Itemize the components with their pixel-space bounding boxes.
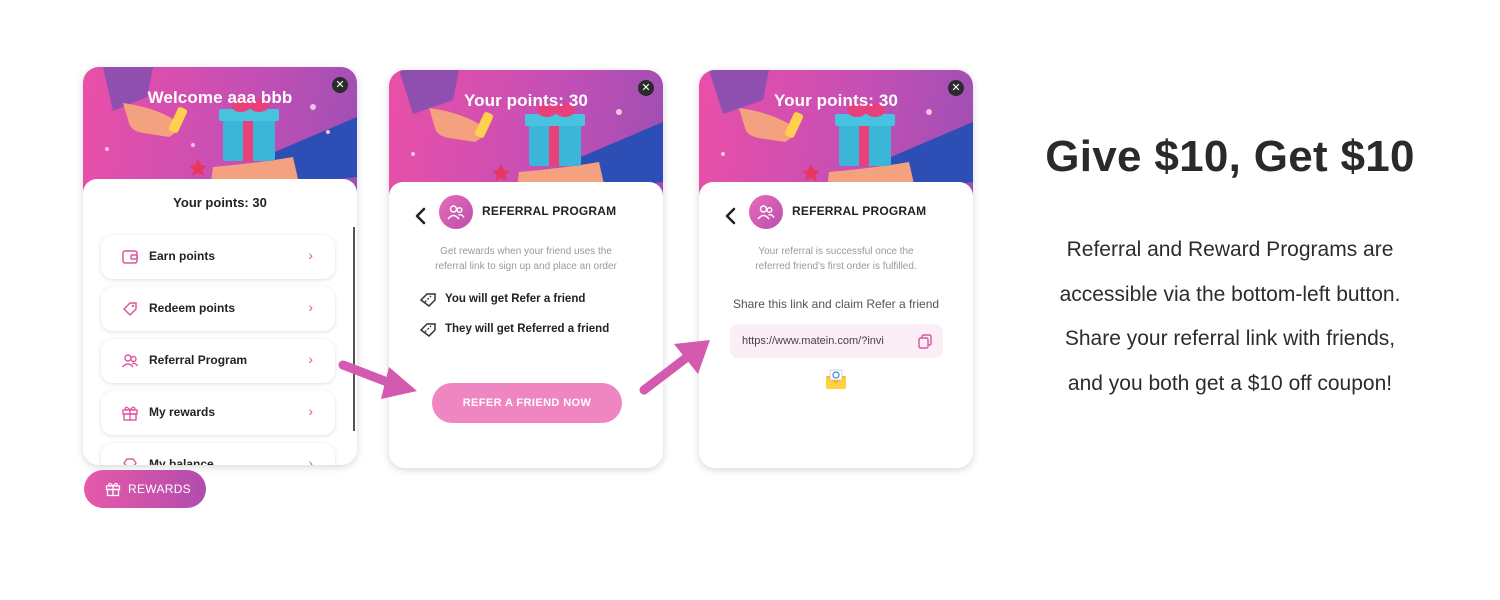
wallet-icon	[122, 250, 138, 264]
menu-label: My balance	[149, 457, 214, 465]
menu-item-earn-points[interactable]: Earn points ›	[101, 235, 335, 279]
back-arrow-icon[interactable]	[413, 206, 429, 226]
refer-a-friend-button[interactable]: REFER A FRIEND NOW	[432, 383, 622, 423]
description-line: Get rewards when your friend uses the	[440, 246, 612, 257]
promo-stage: Welcome aaa bbb ✕ Your points: 30 Earn p…	[0, 0, 1500, 600]
chevron-right-icon: ›	[308, 455, 313, 465]
menu-item-referral-program[interactable]: Referral Program ›	[101, 339, 335, 383]
benefit-label: They will get Referred a friend	[445, 323, 610, 335]
points-header: Your points: 30	[774, 91, 898, 110]
chevron-right-icon: ›	[308, 247, 313, 263]
program-description: Your referral is successful once the ref…	[723, 244, 949, 274]
description-line: referred friend's first order is fulfill…	[755, 261, 917, 272]
gift-icon	[122, 406, 138, 421]
users-icon	[447, 205, 465, 220]
menu-label: Referral Program	[149, 353, 248, 367]
users-icon	[121, 354, 139, 368]
users-icon	[757, 205, 775, 220]
menu-panel: Your points: 30 Earn points › Redeem poi…	[83, 179, 357, 465]
program-title: REFERRAL PROGRAM	[792, 204, 927, 218]
menu-label: Redeem points	[149, 301, 236, 315]
referral-link-value: https://www.matein.com/?invi	[742, 335, 884, 347]
referral-panel: REFERRAL PROGRAM Get rewards when your f…	[389, 182, 663, 468]
description-line: referral link to sign up and place an or…	[435, 261, 617, 272]
menu-label: My rewards	[149, 405, 216, 419]
benefit-label: You will get Refer a friend	[445, 293, 586, 305]
welcome-title: Welcome aaa bbb	[147, 88, 293, 107]
copy-icon[interactable]	[917, 333, 933, 349]
referral-program-card: Your points: 30 ✕ REFERRAL PROGRAM Get r…	[389, 70, 663, 468]
description-line: Your referral is successful once the	[758, 246, 914, 257]
referral-badge	[749, 195, 783, 229]
promo-line: accessible via the bottom-left button.	[1059, 282, 1401, 306]
referral-link-card: Your points: 30 ✕ REFERRAL PROGRAM Your …	[699, 70, 973, 468]
gift-icon	[105, 482, 121, 497]
points-balance: Your points: 30	[173, 195, 267, 210]
email-icon[interactable]	[825, 368, 847, 390]
close-icon[interactable]: ✕	[332, 77, 348, 93]
referral-badge	[439, 195, 473, 229]
coupon-icon	[419, 293, 436, 307]
referral-link-panel: REFERRAL PROGRAM Your referral is succes…	[699, 182, 973, 468]
promo-line: Referral and Reward Programs are	[1066, 238, 1394, 261]
close-icon[interactable]: ✕	[638, 80, 654, 96]
chevron-right-icon: ›	[308, 403, 313, 419]
diamond-icon	[123, 458, 137, 465]
close-icon[interactable]: ✕	[948, 80, 964, 96]
program-title: REFERRAL PROGRAM	[482, 204, 617, 218]
menu-item-my-rewards[interactable]: My rewards ›	[101, 391, 335, 435]
program-description: Get rewards when your friend uses the re…	[413, 244, 639, 274]
chevron-right-icon: ›	[308, 299, 313, 315]
back-arrow-icon[interactable]	[723, 206, 739, 226]
promo-body: Referral and Reward Programs are accessi…	[1000, 234, 1460, 412]
promo-line: Share your referral link with friends,	[1064, 327, 1396, 350]
flow-arrow-1	[338, 360, 417, 399]
rewards-launcher-button[interactable]: REWARDS	[84, 470, 206, 508]
promo-line: and you both get a $10 off coupon!	[1067, 371, 1393, 395]
coupon-icon	[419, 323, 436, 337]
menu-item-my-balance[interactable]: My balance ›	[101, 443, 335, 465]
flow-arrow-2	[639, 340, 710, 395]
points-header: Your points: 30	[464, 91, 588, 110]
promo-headline: Give $10, Get $10	[1045, 132, 1415, 181]
menu-item-redeem-points[interactable]: Redeem points ›	[101, 287, 335, 331]
tag-icon	[122, 302, 137, 317]
share-instructions: Share this link and claim Refer a friend	[732, 297, 940, 311]
menu-label: Earn points	[149, 249, 216, 263]
rewards-home-card: Welcome aaa bbb ✕ Your points: 30 Earn p…	[83, 67, 357, 465]
rewards-label: REWARDS	[128, 482, 191, 496]
chevron-right-icon: ›	[308, 351, 313, 367]
referral-link-field[interactable]: https://www.matein.com/?invi	[730, 324, 943, 358]
